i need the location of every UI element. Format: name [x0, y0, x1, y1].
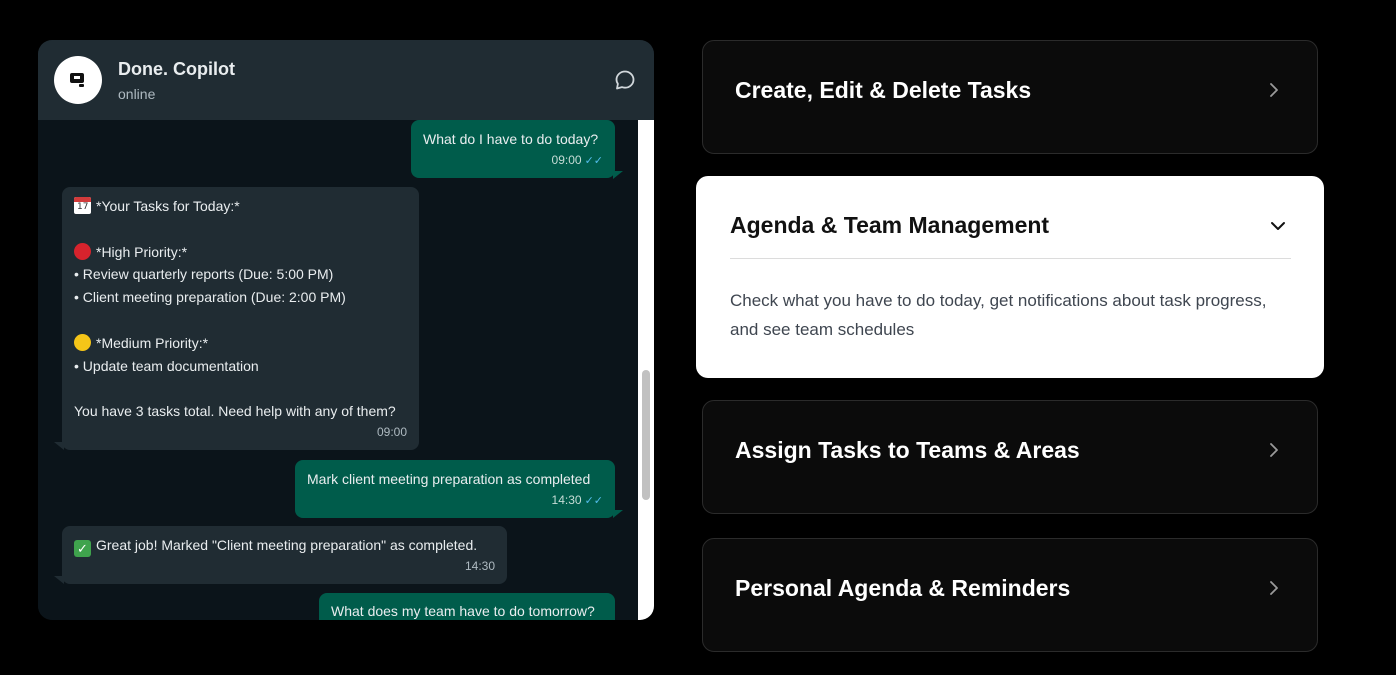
incoming-message[interactable]: *Your Tasks for Today:* *High Priority:*… — [62, 187, 419, 450]
read-receipt-icon: ✓✓ — [584, 154, 603, 167]
message-text: What do I have to do today? — [423, 131, 599, 147]
chevron-down-icon — [1271, 222, 1285, 230]
outgoing-message[interactable]: Mark client meeting preparation as compl… — [295, 460, 615, 518]
red-circle-icon — [74, 242, 91, 260]
done-logo-icon — [70, 73, 84, 87]
message-time: 09:00 ✓✓ — [551, 152, 603, 167]
calendar-icon — [74, 197, 91, 214]
outgoing-message[interactable]: What does my team have to do tomorrow? — [319, 593, 615, 620]
chat-bubble-icon — [615, 70, 635, 90]
bubble-tail — [54, 576, 64, 584]
message-line — [74, 377, 407, 400]
bubble-tail — [54, 442, 64, 450]
check-mark-icon: ✓ — [74, 540, 91, 557]
feature-item-create-edit-delete[interactable]: Create, Edit & Delete Tasks — [702, 40, 1318, 154]
feature-item-personal-agenda[interactable]: Personal Agenda & Reminders — [702, 538, 1318, 652]
feature-title: Create, Edit & Delete Tasks — [735, 77, 1032, 103]
message-line — [74, 218, 407, 241]
message-line: *Your Tasks for Today:* — [74, 195, 407, 218]
message-text: What does my team have to do tomorrow? — [331, 603, 595, 619]
chevron-right-icon — [1270, 83, 1278, 97]
message-line: • Review quarterly reports (Due: 5:00 PM… — [74, 266, 334, 283]
yellow-circle-icon — [74, 333, 91, 351]
message-time: 09:00 — [376, 424, 407, 439]
contact-name: Done. Copilot — [118, 59, 235, 79]
message-time: 14:30 — [464, 559, 495, 573]
chevron-right-icon — [1270, 581, 1278, 595]
chat-header: Done. Copilot online — [38, 40, 654, 120]
incoming-message[interactable]: ✓ Great job! Marked "Client meeting prepa… — [62, 526, 507, 584]
message-line — [74, 309, 407, 332]
chat-window: Done. Copilot online What do I have to d… — [38, 40, 654, 620]
feature-item-assign-tasks[interactable]: Assign Tasks to Teams & Areas — [702, 400, 1318, 514]
message-line: ✓ Great job! Marked "Client meeting prepa… — [74, 534, 495, 557]
feature-title: Personal Agenda & Reminders — [735, 575, 1071, 601]
bubble-tail — [613, 171, 623, 179]
contact-status: online — [118, 86, 156, 102]
feature-title: Assign Tasks to Teams & Areas — [735, 437, 1080, 463]
feature-description: Check what you have to do today, get not… — [730, 291, 1267, 339]
read-receipt-icon: ✓✓ — [584, 494, 603, 507]
message-line: *Medium Priority:* — [74, 332, 407, 355]
message-time: 14:30 ✓✓ — [551, 492, 603, 507]
divider — [730, 258, 1291, 259]
contact-avatar[interactable] — [54, 56, 102, 104]
message-line: • Client meeting preparation (Due: 2:00 … — [74, 289, 346, 306]
message-line: *High Priority:* — [74, 241, 407, 264]
feature-title: Agenda & Team Management — [730, 212, 1050, 238]
chevron-right-icon — [1270, 443, 1278, 457]
bubble-tail — [613, 510, 623, 518]
message-line: You have 3 tasks total. Need help with a… — [74, 403, 396, 420]
message-line: • Update team documentation — [74, 357, 259, 374]
new-chat-button[interactable] — [613, 68, 637, 92]
scrollbar-thumb[interactable] — [642, 370, 650, 500]
message-text: Mark client meeting preparation as compl… — [307, 471, 591, 487]
message-list[interactable]: What do I have to do today? 09:00✓✓ *You… — [38, 120, 638, 620]
feature-item-agenda-team[interactable]: Agenda & Team Management Check what you … — [696, 176, 1324, 378]
outgoing-message[interactable]: What do I have to do today? 09:00 ✓✓ — [411, 120, 615, 178]
